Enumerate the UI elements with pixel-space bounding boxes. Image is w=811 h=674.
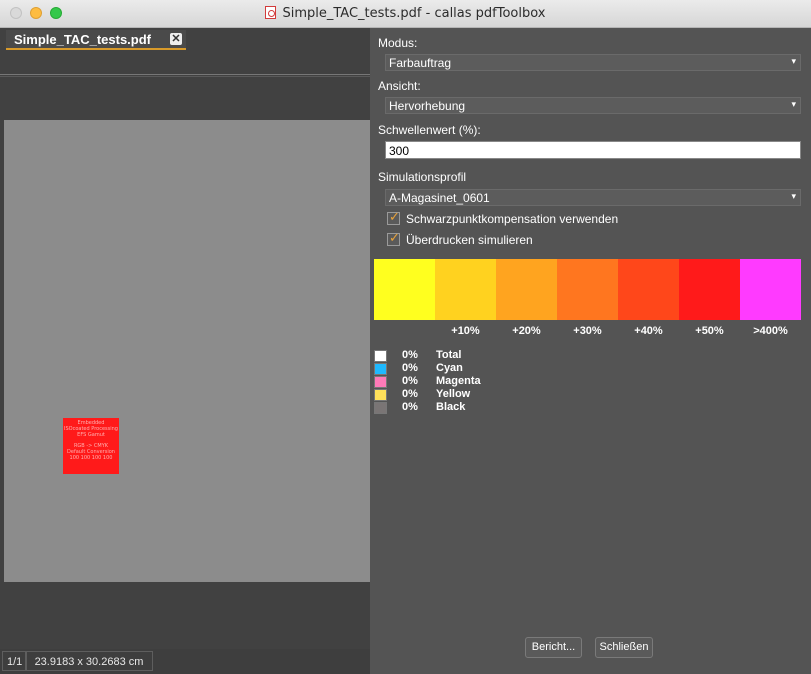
document-viewer: Simple_TAC_tests.pdf ✕ Embedded ISOcoated… <box>0 28 370 674</box>
legend-percent: 0% <box>402 388 418 400</box>
legend-swatch <box>374 402 387 414</box>
legend-percent: 0% <box>402 349 418 361</box>
scale-swatch <box>679 259 740 320</box>
document-tab[interactable]: Simple_TAC_tests.pdf ✕ <box>6 30 186 50</box>
overprint-label[interactable]: Überdrucken simulieren <box>406 233 533 247</box>
legend-name: Yellow <box>436 388 471 400</box>
report-button[interactable]: Bericht... <box>525 637 582 658</box>
pdf-page[interactable]: Embedded ISOcoated Processing EFS Gamut RGB… <box>4 120 370 582</box>
chevron-down-icon: ▾ <box>791 191 796 201</box>
scale-label: +30% <box>573 325 602 337</box>
legend-name: Magenta <box>436 375 481 387</box>
ansicht-value: Hervorhebung <box>389 99 466 113</box>
app-window: Simple_TAC_tests.pdf - callas pdfToolbox… <box>0 0 811 674</box>
ansicht-label: Ansicht: <box>378 79 421 93</box>
close-button[interactable]: Schließen <box>595 637 653 658</box>
scale-swatch <box>557 259 618 320</box>
simulationsprofil-label: Simulationsprofil <box>378 170 467 184</box>
legend-percent: 0% <box>402 401 418 413</box>
modus-value: Farbauftrag <box>389 56 452 70</box>
overprint-checkbox[interactable] <box>387 231 400 246</box>
scale-swatch <box>435 259 496 320</box>
legend-swatch <box>374 363 387 375</box>
tab-divider-shadow <box>0 76 370 77</box>
tab-divider <box>0 74 370 75</box>
page-size-indicator: 23.9183 x 30.2683 cm <box>25 651 153 671</box>
pdf-file-icon <box>265 6 277 19</box>
legend-percent: 0% <box>402 362 418 374</box>
scale-label: +20% <box>512 325 541 337</box>
chevron-down-icon: ▾ <box>791 99 796 109</box>
black-point-label[interactable]: Schwarzpunktkompensation verwenden <box>406 212 618 226</box>
scale-label: +10% <box>451 325 480 337</box>
scale-label: >400% <box>753 325 788 337</box>
simulationsprofil-select[interactable]: A-Magasinet_0601 ▾ <box>385 189 801 206</box>
chevron-down-icon: ▾ <box>791 56 796 66</box>
legend-name: Cyan <box>436 362 463 374</box>
schwellenwert-value: 300 <box>389 144 410 158</box>
page-red-object: Embedded ISOcoated Processing EFS Gamut RGB… <box>63 418 119 474</box>
scale-swatch <box>740 259 801 320</box>
ansicht-select[interactable]: Hervorhebung ▾ <box>385 97 801 114</box>
schwellenwert-input[interactable]: 300 <box>385 141 801 159</box>
scale-label: +40% <box>634 325 663 337</box>
window-title-text: Simple_TAC_tests.pdf - callas pdfToolbox <box>282 6 546 21</box>
page-indicator: 1/1 <box>2 651 28 671</box>
legend-swatch <box>374 376 387 388</box>
page-content-line: 100 100 100 100 <box>69 455 113 461</box>
scale-swatch <box>496 259 557 320</box>
close-tab-icon[interactable]: ✕ <box>170 33 182 45</box>
title-bar: Simple_TAC_tests.pdf - callas pdfToolbox <box>0 0 811 28</box>
modus-label: Modus: <box>378 36 418 50</box>
status-bar: 1/1 23.9183 x 30.2683 cm <box>0 649 370 674</box>
legend-swatch <box>374 350 387 362</box>
scale-swatch <box>618 259 679 320</box>
window-title: Simple_TAC_tests.pdf - callas pdfToolbox <box>0 6 811 21</box>
modus-select[interactable]: Farbauftrag ▾ <box>385 54 801 71</box>
legend-swatch <box>374 389 387 401</box>
legend-name: Black <box>436 401 466 413</box>
inspector-panel: Modus: Farbauftrag ▾ Ansicht: Hervorhebu… <box>370 28 811 674</box>
document-tabs: Simple_TAC_tests.pdf ✕ <box>0 28 370 52</box>
legend-percent: 0% <box>402 375 418 387</box>
scale-label: +50% <box>695 325 724 337</box>
legend-name: Total <box>436 349 462 361</box>
scale-swatch <box>374 259 435 320</box>
black-point-checkbox[interactable] <box>387 210 400 225</box>
schwellenwert-label: Schwellenwert (%): <box>378 123 481 137</box>
simulationsprofil-value: A-Magasinet_0601 <box>389 191 490 205</box>
document-tab-label: Simple_TAC_tests.pdf <box>14 32 152 47</box>
